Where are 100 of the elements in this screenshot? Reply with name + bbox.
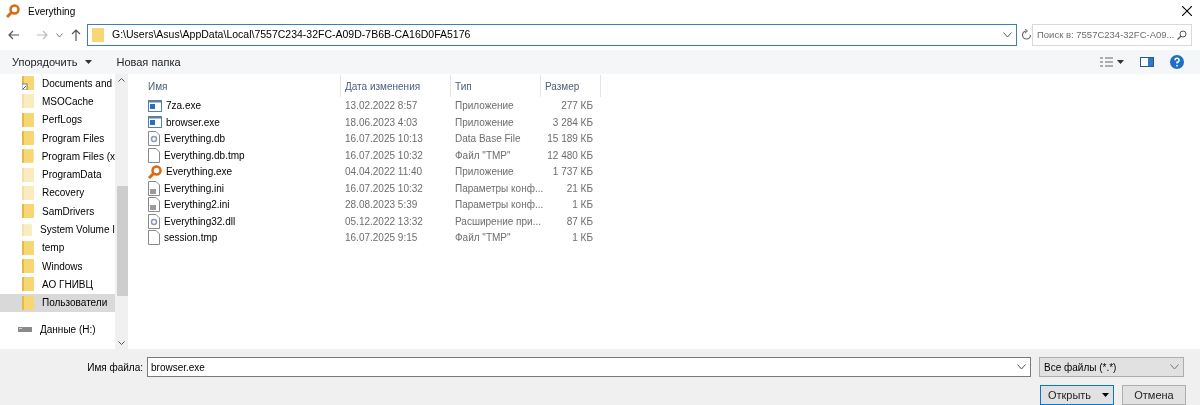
date-cell: 16.07.2025 9:15 — [345, 232, 418, 243]
column-header[interactable]: Имя — [144, 75, 341, 97]
date-cell: 16.07.2025 10:32 — [345, 182, 423, 194]
sidebar-item[interactable]: Recovery — [0, 183, 115, 203]
close-icon[interactable] — [1182, 6, 1192, 16]
sidebar-item[interactable]: Пользователи — [0, 293, 115, 312]
sidebar-item[interactable]: MSOCache — [0, 92, 115, 111]
size-cell: 1 КБ — [572, 199, 593, 210]
settings-file-icon — [148, 197, 160, 212]
window-icon — [148, 116, 162, 128]
preview-pane-icon[interactable] — [1140, 57, 1154, 67]
type-cell: Data Base File — [455, 133, 521, 144]
type-cell: Параметры конф... — [455, 199, 544, 210]
folder-icon — [22, 240, 34, 255]
drive-icon — [18, 325, 32, 333]
folder-icon — [22, 112, 34, 127]
chevron-icon — [1170, 364, 1179, 370]
filename-field[interactable]: browser.exe — [147, 357, 1031, 377]
file-name[interactable]: Everything.exe — [166, 164, 233, 179]
folder-icon — [22, 295, 34, 310]
window-icon — [148, 99, 162, 112]
settings-file-icon — [148, 180, 160, 196]
sidebar-item[interactable]: Program Files — [0, 128, 115, 148]
date-cell: 04.04.2022 11:40 — [345, 166, 423, 177]
address-field[interactable]: G:\Users\Asus\AppData\Local\7557C234-32FC-A09D-7B6B-CA16D0FA5176 — [87, 24, 1017, 46]
size-cell: 12 480 КБ — [547, 149, 593, 161]
caret-icon — [1102, 393, 1109, 397]
sidebar-item[interactable]: АО ГНИВЦ — [0, 275, 115, 294]
caret-icon[interactable] — [56, 32, 63, 38]
scroll-up-icon[interactable] — [118, 78, 125, 82]
type-cell: Приложение — [455, 166, 514, 177]
size-cell: 21 КБ — [566, 182, 593, 194]
column-header[interactable]: Дата изменения — [341, 75, 451, 97]
size-cell: 15 189 КБ — [547, 133, 593, 144]
scroll-down-icon[interactable] — [118, 341, 125, 345]
sidebar-item[interactable]: temp — [0, 238, 115, 257]
sidebar-item[interactable]: SamDrivers — [0, 202, 115, 221]
folder-icon — [22, 204, 34, 219]
file-name[interactable]: Everything.db — [164, 131, 226, 146]
sidebar-item[interactable]: System Volume I — [0, 220, 115, 239]
type-cell: Параметры конф... — [455, 182, 544, 194]
sidebar-item[interactable]: Program Files (x — [0, 147, 115, 166]
refresh-icon[interactable] — [1021, 29, 1032, 41]
file-name[interactable]: 7za.exe — [166, 98, 202, 113]
date-cell: 05.12.2022 13:32 — [345, 215, 423, 227]
up-arrow-icon[interactable] — [71, 29, 81, 41]
type-cell: Приложение — [455, 116, 514, 128]
magnifier-icon — [148, 164, 162, 179]
file-name[interactable]: Everything2.ini — [164, 197, 230, 212]
sidebar-item[interactable]: ProgramData — [0, 165, 115, 184]
search-field[interactable]: Поиск в: 7557C234-32FC-A09... — [1032, 24, 1192, 46]
size-cell: 1 737 КБ — [552, 166, 593, 177]
file-name[interactable]: Everything.ini — [164, 180, 225, 196]
folder-icon — [22, 94, 34, 109]
document-icon — [148, 147, 160, 163]
date-cell: 16.07.2025 10:13 — [345, 133, 423, 144]
folder-icon — [22, 185, 34, 200]
organize-button[interactable]: Упорядочить — [12, 53, 93, 71]
cancel-button[interactable]: Отмена — [1122, 385, 1186, 405]
file-name[interactable]: browser.exe — [166, 114, 220, 130]
search-icon — [1177, 30, 1187, 40]
back-icon[interactable] — [8, 30, 20, 40]
scrollbar-thumb[interactable] — [116, 186, 128, 296]
sidebar-item[interactable]: PerfLogs — [0, 110, 115, 129]
column-header[interactable]: Размер — [541, 75, 601, 97]
sidebar-item[interactable]: Documents and — [0, 74, 115, 93]
gear-document-icon — [148, 213, 160, 229]
folder-icon — [22, 167, 34, 182]
file-name[interactable]: session.tmp — [164, 230, 218, 245]
open-button[interactable]: Открыть — [1040, 385, 1114, 405]
filename-label: Имя файла: — [87, 360, 143, 375]
chevron-icon[interactable] — [1003, 32, 1012, 38]
file-name[interactable]: Everything32.dll — [164, 213, 236, 229]
help-icon[interactable] — [1170, 55, 1184, 69]
date-cell: 28.08.2023 5:39 — [345, 199, 418, 210]
gear-document-icon — [148, 131, 160, 146]
chevron-icon[interactable] — [1017, 364, 1026, 370]
column-header[interactable]: Тип — [451, 75, 541, 97]
size-cell: 1 КБ — [572, 232, 593, 243]
folder-icon — [22, 76, 34, 91]
window-title: Everything — [28, 4, 77, 19]
document-icon — [148, 230, 160, 245]
folder-icon — [22, 259, 34, 274]
folder-icon — [92, 28, 104, 42]
type-cell: Файл "TMP" — [455, 232, 511, 243]
magnifier-icon — [6, 4, 20, 18]
folder-icon — [22, 222, 32, 237]
view-options-icon[interactable] — [1100, 57, 1124, 67]
folder-icon — [22, 149, 34, 164]
sidebar-item[interactable]: Windows — [0, 256, 115, 276]
date-cell: 16.07.2025 10:32 — [345, 149, 423, 161]
date-cell: 13.02.2022 8:57 — [345, 100, 418, 111]
new-folder-button[interactable]: Новая папка — [116, 53, 181, 71]
folder-icon — [22, 131, 34, 146]
type-cell: Расширение при... — [455, 215, 541, 227]
sidebar-item[interactable]: Данные (H:) — [0, 319, 115, 339]
file-type-dropdown[interactable]: Все файлы (*.*) — [1039, 357, 1184, 377]
size-cell: 277 КБ — [561, 100, 593, 111]
folder-icon — [22, 277, 34, 292]
file-name[interactable]: Everything.db.tmp — [164, 147, 245, 163]
